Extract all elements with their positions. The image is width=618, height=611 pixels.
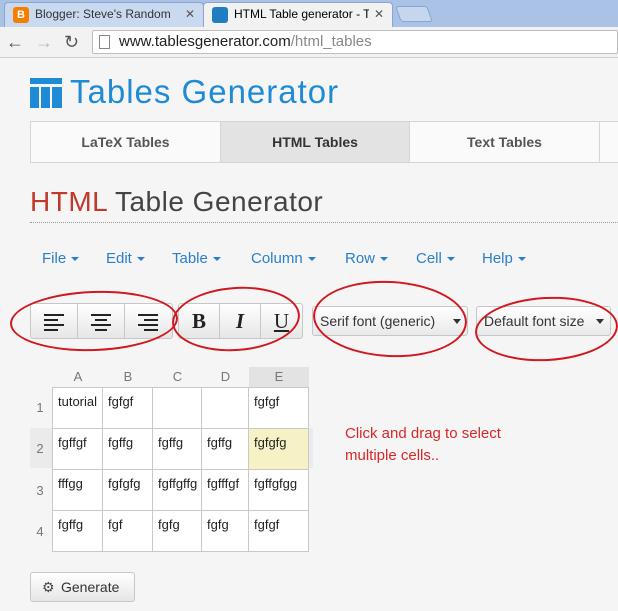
tab-title: HTML Table generator - T <box>234 7 369 21</box>
tab-latex-tables[interactable]: LaTeX Tables <box>31 122 221 162</box>
table-cell[interactable]: fgffgf <box>52 428 103 470</box>
row-header[interactable]: 4 <box>30 524 50 539</box>
generate-button[interactable]: ⚙ Generate <box>30 572 135 602</box>
column-header-b[interactable]: B <box>103 367 153 387</box>
table-cell[interactable]: fgfg <box>152 510 202 552</box>
column-header-e[interactable]: E <box>249 367 309 387</box>
table-cell[interactable]: fgfgf <box>102 387 153 429</box>
new-tab-button[interactable] <box>395 6 433 22</box>
caret-down-icon <box>446 257 455 262</box>
table-cell[interactable]: fgfg <box>201 510 249 552</box>
url-text: www.tablesgenerator.com/html_tables <box>119 33 372 50</box>
address-bar[interactable]: www.tablesgenerator.com/html_tables <box>92 30 618 54</box>
selection-hint: Click and drag to select multiple cells.… <box>345 425 501 464</box>
logo-text: Tables Generator <box>70 73 340 110</box>
table-cell[interactable] <box>152 387 202 429</box>
table-cell[interactable]: fgfgfg <box>102 469 153 511</box>
tablesgenerator-favicon <box>212 7 228 23</box>
tab-html-tables[interactable]: HTML Tables <box>221 122 410 162</box>
menu-cell[interactable]: Cell <box>416 250 455 267</box>
menu-column[interactable]: Column <box>251 250 316 267</box>
caret-down-icon <box>212 257 221 262</box>
gears-icon: ⚙ <box>42 579 55 595</box>
row-header[interactable]: 1 <box>30 400 50 415</box>
table-cell[interactable]: fgfffgf <box>201 469 249 511</box>
caret-down-icon <box>136 257 145 262</box>
close-tab-icon[interactable]: ✕ <box>374 3 384 25</box>
table-cell[interactable]: fffgg <box>52 469 103 511</box>
table-cell[interactable]: fgffg <box>152 428 202 470</box>
annotation-circle-size <box>473 293 618 365</box>
caret-down-icon <box>71 257 80 262</box>
table-cell[interactable]: fgffg <box>102 428 153 470</box>
caret-down-icon <box>307 257 316 262</box>
menu-row[interactable]: Row <box>345 250 389 267</box>
annotation-circle-format <box>169 282 303 356</box>
table-cell[interactable]: fgfgf <box>248 387 309 429</box>
reload-icon[interactable]: ↻ <box>64 31 79 53</box>
table-cell[interactable]: fgffgffg <box>152 469 202 511</box>
browser-toolbar: ← → ↻ www.tablesgenerator.com/html_table… <box>0 27 618 58</box>
row-header[interactable]: 3 <box>30 483 50 498</box>
table-cell[interactable]: fgffgfgg <box>248 469 309 511</box>
table-cell[interactable]: tutorial <box>52 387 103 429</box>
browser-tab-tables-generator[interactable]: HTML Table generator - T ✕ <box>203 2 393 27</box>
tab-title: Blogger: Steve's Random <box>35 7 170 21</box>
table-logo-icon <box>30 78 62 108</box>
menu-file[interactable]: File <box>42 250 80 267</box>
menu-edit[interactable]: Edit <box>106 250 145 267</box>
close-tab-icon[interactable]: ✕ <box>185 3 195 25</box>
browser-tab-blogger[interactable]: Blogger: Steve's Random ✕ <box>4 2 204 27</box>
back-arrow-icon[interactable]: ← <box>6 31 24 53</box>
column-header-d[interactable]: D <box>202 367 249 387</box>
menu-table[interactable]: Table <box>172 250 221 267</box>
heading-divider <box>30 222 618 223</box>
menu-help[interactable]: Help <box>482 250 526 267</box>
forward-arrow-icon[interactable]: → <box>35 31 53 53</box>
table-cell[interactable]: fgffg <box>52 510 103 552</box>
generator-tabs: LaTeX Tables HTML Tables Text Tables <box>30 121 618 163</box>
browser-tabstrip: Blogger: Steve's Random ✕ HTML Table gen… <box>0 0 618 27</box>
caret-down-icon <box>517 257 526 262</box>
column-header-a[interactable]: A <box>53 367 103 387</box>
table-cell[interactable] <box>201 387 249 429</box>
table-cell[interactable]: fgfgf <box>248 510 309 552</box>
table-cell-selected[interactable]: fgfgfg <box>248 428 309 470</box>
blogger-icon <box>13 4 29 26</box>
row-header[interactable]: 2 <box>30 441 50 456</box>
annotation-circle-alignment <box>9 288 179 354</box>
table-cell[interactable]: fgffg <box>201 428 249 470</box>
page-title: HTML Table Generator <box>30 186 324 217</box>
annotation-circle-font <box>311 277 469 361</box>
page-icon <box>99 35 110 49</box>
table-cell[interactable]: fgf <box>102 510 153 552</box>
column-header-c[interactable]: C <box>153 367 202 387</box>
caret-down-icon <box>380 257 389 262</box>
tab-text-tables[interactable]: Text Tables <box>410 122 600 162</box>
